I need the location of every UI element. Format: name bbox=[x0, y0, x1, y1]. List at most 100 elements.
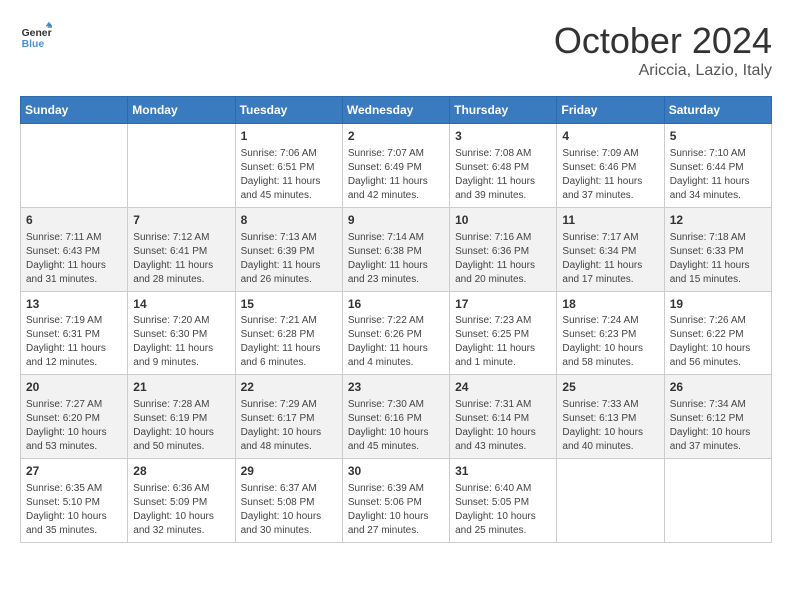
calendar-day-cell: 15Sunrise: 7:21 AMSunset: 6:28 PMDayligh… bbox=[235, 291, 342, 375]
day-info: Sunrise: 7:27 AMSunset: 6:20 PMDaylight:… bbox=[26, 398, 122, 454]
day-number: 17 bbox=[455, 296, 551, 313]
calendar-day-cell: 19Sunrise: 7:26 AMSunset: 6:22 PMDayligh… bbox=[664, 291, 771, 375]
calendar-day-cell bbox=[21, 124, 128, 208]
day-info: Sunrise: 7:09 AMSunset: 6:46 PMDaylight:… bbox=[562, 147, 658, 203]
day-number: 28 bbox=[133, 463, 229, 480]
day-number: 14 bbox=[133, 296, 229, 313]
calendar-day-cell bbox=[664, 459, 771, 543]
day-number: 9 bbox=[348, 212, 444, 229]
svg-text:Blue: Blue bbox=[22, 39, 45, 50]
day-number: 31 bbox=[455, 463, 551, 480]
calendar-day-cell: 6 Sunrise: 7:11 AMSunset: 6:43 PMDaylight… bbox=[21, 207, 128, 291]
day-info: Sunrise: 7:23 AMSunset: 6:25 PMDaylight:… bbox=[455, 314, 551, 370]
day-number: 13 bbox=[26, 296, 122, 313]
day-info: Sunrise: 7:10 AMSunset: 6:44 PMDaylight:… bbox=[670, 147, 766, 203]
calendar-day-cell: 11 Sunrise: 7:17 AMSunset: 6:34 PMDayligh… bbox=[557, 207, 664, 291]
day-info: Sunrise: 7:33 AMSunset: 6:13 PMDaylight:… bbox=[562, 398, 658, 454]
day-info: Sunrise: 6:39 AMSunset: 5:06 PMDaylight:… bbox=[348, 482, 444, 538]
day-info: Sunrise: 7:18 AMSunset: 6:33 PMDaylight:… bbox=[670, 231, 766, 287]
day-info: Sunrise: 6:37 AMSunset: 5:08 PMDaylight:… bbox=[241, 482, 337, 538]
day-info: Sunrise: 7:12 AMSunset: 6:41 PMDaylight:… bbox=[133, 231, 229, 287]
day-number: 6 bbox=[26, 212, 122, 229]
day-number: 2 bbox=[348, 128, 444, 145]
day-number: 11 bbox=[562, 212, 658, 229]
calendar-week-row: 13Sunrise: 7:19 AMSunset: 6:31 PMDayligh… bbox=[21, 291, 772, 375]
day-number: 22 bbox=[241, 379, 337, 396]
day-of-week-header: Saturday bbox=[664, 97, 771, 124]
day-of-week-header: Friday bbox=[557, 97, 664, 124]
calendar-day-cell: 2 Sunrise: 7:07 AMSunset: 6:49 PMDaylight… bbox=[342, 124, 449, 208]
calendar-day-cell: 7 Sunrise: 7:12 AMSunset: 6:41 PMDaylight… bbox=[128, 207, 235, 291]
calendar-header-row: SundayMondayTuesdayWednesdayThursdayFrid… bbox=[21, 97, 772, 124]
day-info: Sunrise: 7:14 AMSunset: 6:38 PMDaylight:… bbox=[348, 231, 444, 287]
day-of-week-header: Monday bbox=[128, 97, 235, 124]
day-of-week-header: Sunday bbox=[21, 97, 128, 124]
calendar-day-cell: 31Sunrise: 6:40 AMSunset: 5:05 PMDayligh… bbox=[450, 459, 557, 543]
month-title: October 2024 bbox=[554, 20, 772, 62]
calendar-day-cell: 10 Sunrise: 7:16 AMSunset: 6:36 PMDayligh… bbox=[450, 207, 557, 291]
day-info: Sunrise: 7:19 AMSunset: 6:31 PMDaylight:… bbox=[26, 314, 122, 370]
calendar-day-cell: 24 Sunrise: 7:31 AMSunset: 6:14 PMDayligh… bbox=[450, 375, 557, 459]
day-info: Sunrise: 7:21 AMSunset: 6:28 PMDaylight:… bbox=[241, 314, 337, 370]
day-number: 1 bbox=[241, 128, 337, 145]
day-number: 15 bbox=[241, 296, 337, 313]
day-info: Sunrise: 7:16 AMSunset: 6:36 PMDaylight:… bbox=[455, 231, 551, 287]
location: Ariccia, Lazio, Italy bbox=[554, 62, 772, 80]
day-number: 21 bbox=[133, 379, 229, 396]
day-number: 8 bbox=[241, 212, 337, 229]
svg-text:General: General bbox=[22, 28, 52, 39]
day-number: 16 bbox=[348, 296, 444, 313]
calendar-day-cell: 13Sunrise: 7:19 AMSunset: 6:31 PMDayligh… bbox=[21, 291, 128, 375]
day-number: 12 bbox=[670, 212, 766, 229]
calendar-day-cell: 16Sunrise: 7:22 AMSunset: 6:26 PMDayligh… bbox=[342, 291, 449, 375]
day-info: Sunrise: 7:11 AMSunset: 6:43 PMDaylight:… bbox=[26, 231, 122, 287]
calendar-day-cell: 21Sunrise: 7:28 AMSunset: 6:19 PMDayligh… bbox=[128, 375, 235, 459]
day-number: 20 bbox=[26, 379, 122, 396]
day-info: Sunrise: 7:24 AMSunset: 6:23 PMDaylight:… bbox=[562, 314, 658, 370]
day-info: Sunrise: 7:20 AMSunset: 6:30 PMDaylight:… bbox=[133, 314, 229, 370]
day-info: Sunrise: 7:30 AMSunset: 6:16 PMDaylight:… bbox=[348, 398, 444, 454]
day-number: 3 bbox=[455, 128, 551, 145]
calendar-day-cell: 4 Sunrise: 7:09 AMSunset: 6:46 PMDaylight… bbox=[557, 124, 664, 208]
day-number: 10 bbox=[455, 212, 551, 229]
logo: General Blue bbox=[20, 20, 52, 52]
calendar-day-cell: 8Sunrise: 7:13 AMSunset: 6:39 PMDaylight… bbox=[235, 207, 342, 291]
calendar-week-row: 27 Sunrise: 6:35 AMSunset: 5:10 PMDayligh… bbox=[21, 459, 772, 543]
calendar-day-cell bbox=[128, 124, 235, 208]
calendar-day-cell: 12 Sunrise: 7:18 AMSunset: 6:33 PMDayligh… bbox=[664, 207, 771, 291]
day-number: 24 bbox=[455, 379, 551, 396]
day-info: Sunrise: 7:17 AMSunset: 6:34 PMDaylight:… bbox=[562, 231, 658, 287]
calendar-day-cell: 23Sunrise: 7:30 AMSunset: 6:16 PMDayligh… bbox=[342, 375, 449, 459]
calendar-day-cell: 18Sunrise: 7:24 AMSunset: 6:23 PMDayligh… bbox=[557, 291, 664, 375]
calendar-day-cell bbox=[557, 459, 664, 543]
calendar-day-cell: 17Sunrise: 7:23 AMSunset: 6:25 PMDayligh… bbox=[450, 291, 557, 375]
calendar-week-row: 1 Sunrise: 7:06 AMSunset: 6:51 PMDaylight… bbox=[21, 124, 772, 208]
day-number: 29 bbox=[241, 463, 337, 480]
day-number: 5 bbox=[670, 128, 766, 145]
calendar-day-cell: 29 Sunrise: 6:37 AMSunset: 5:08 PMDayligh… bbox=[235, 459, 342, 543]
calendar-day-cell: 14Sunrise: 7:20 AMSunset: 6:30 PMDayligh… bbox=[128, 291, 235, 375]
day-number: 26 bbox=[670, 379, 766, 396]
day-of-week-header: Tuesday bbox=[235, 97, 342, 124]
day-info: Sunrise: 7:08 AMSunset: 6:48 PMDaylight:… bbox=[455, 147, 551, 203]
day-info: Sunrise: 7:31 AMSunset: 6:14 PMDaylight:… bbox=[455, 398, 551, 454]
day-number: 27 bbox=[26, 463, 122, 480]
logo-icon: General Blue bbox=[20, 20, 52, 52]
day-info: Sunrise: 6:35 AMSunset: 5:10 PMDaylight:… bbox=[26, 482, 122, 538]
day-info: Sunrise: 6:36 AMSunset: 5:09 PMDaylight:… bbox=[133, 482, 229, 538]
calendar-week-row: 20 Sunrise: 7:27 AMSunset: 6:20 PMDayligh… bbox=[21, 375, 772, 459]
day-number: 7 bbox=[133, 212, 229, 229]
day-info: Sunrise: 7:06 AMSunset: 6:51 PMDaylight:… bbox=[241, 147, 337, 203]
calendar-day-cell: 22Sunrise: 7:29 AMSunset: 6:17 PMDayligh… bbox=[235, 375, 342, 459]
calendar-day-cell: 3 Sunrise: 7:08 AMSunset: 6:48 PMDaylight… bbox=[450, 124, 557, 208]
calendar-day-cell: 27 Sunrise: 6:35 AMSunset: 5:10 PMDayligh… bbox=[21, 459, 128, 543]
day-info: Sunrise: 7:22 AMSunset: 6:26 PMDaylight:… bbox=[348, 314, 444, 370]
day-number: 4 bbox=[562, 128, 658, 145]
day-of-week-header: Thursday bbox=[450, 97, 557, 124]
day-info: Sunrise: 7:34 AMSunset: 6:12 PMDaylight:… bbox=[670, 398, 766, 454]
day-info: Sunrise: 7:07 AMSunset: 6:49 PMDaylight:… bbox=[348, 147, 444, 203]
calendar-day-cell: 20 Sunrise: 7:27 AMSunset: 6:20 PMDayligh… bbox=[21, 375, 128, 459]
day-info: Sunrise: 7:26 AMSunset: 6:22 PMDaylight:… bbox=[670, 314, 766, 370]
calendar-day-cell: 9 Sunrise: 7:14 AMSunset: 6:38 PMDaylight… bbox=[342, 207, 449, 291]
calendar-day-cell: 28 Sunrise: 6:36 AMSunset: 5:09 PMDayligh… bbox=[128, 459, 235, 543]
